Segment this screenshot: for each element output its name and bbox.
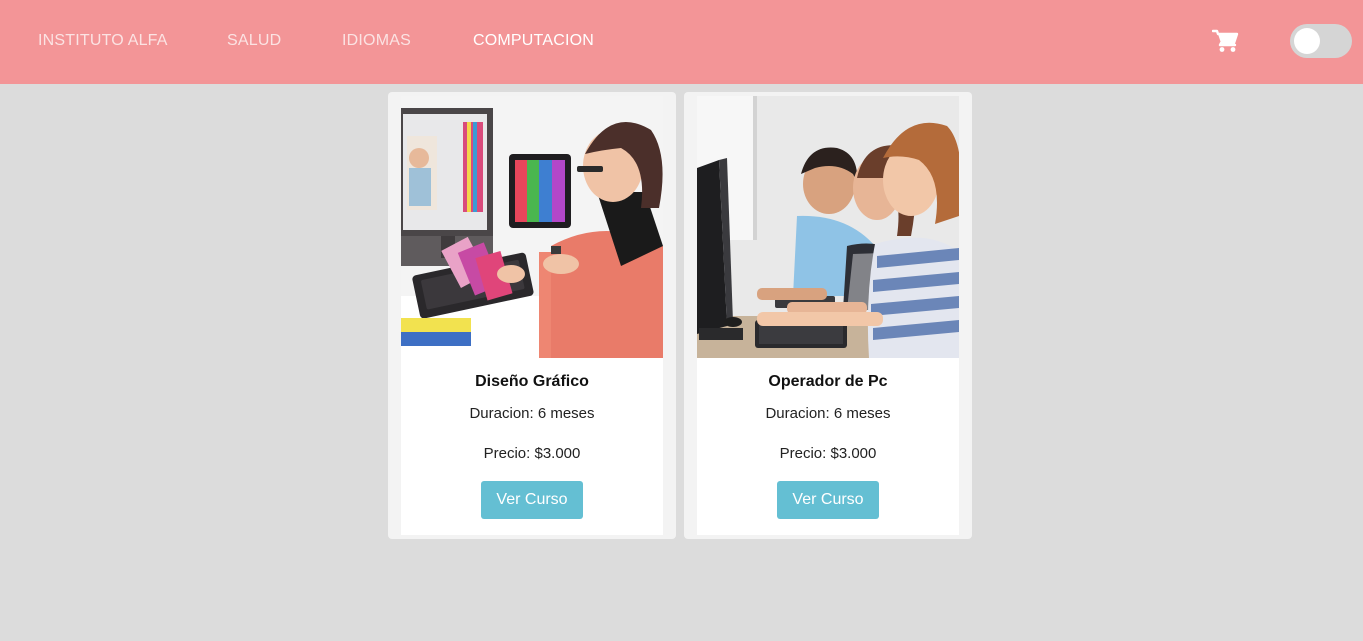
course-duration: Duracion: 6 meses	[469, 405, 595, 422]
computer-class-photo	[697, 96, 959, 358]
course-title: Operador de Pc	[768, 373, 888, 390]
course-card: Diseño Gráfico Duracion: 6 meses Precio:…	[401, 96, 663, 535]
brand-link[interactable]: INSTITUTO ALFA	[38, 32, 168, 50]
graphic-design-photo	[401, 96, 663, 358]
course-price: Precio: $3.000	[483, 445, 581, 462]
course-card-frame: Operador de Pc Duracion: 6 meses Precio:…	[684, 92, 972, 539]
course-card: Operador de Pc Duracion: 6 meses Precio:…	[697, 96, 959, 535]
toggle-knob	[1294, 28, 1320, 54]
ver-curso-button[interactable]: Ver Curso	[481, 481, 583, 519]
theme-toggle[interactable]	[1290, 24, 1352, 58]
navbar: INSTITUTO ALFA SALUD IDIOMAS COMPUTACION	[0, 0, 1363, 84]
ver-curso-button[interactable]: Ver Curso	[777, 481, 879, 519]
course-price: Precio: $3.000	[779, 445, 877, 462]
nav-link-salud[interactable]: SALUD	[227, 32, 281, 50]
course-card-frame: Diseño Gráfico Duracion: 6 meses Precio:…	[388, 92, 676, 539]
nav-link-computacion[interactable]: COMPUTACION	[473, 32, 594, 50]
course-duration: Duracion: 6 meses	[765, 405, 891, 422]
shopping-cart-icon[interactable]	[1211, 28, 1240, 54]
course-title: Diseño Gráfico	[475, 373, 589, 390]
nav-link-idiomas[interactable]: IDIOMAS	[342, 32, 411, 50]
